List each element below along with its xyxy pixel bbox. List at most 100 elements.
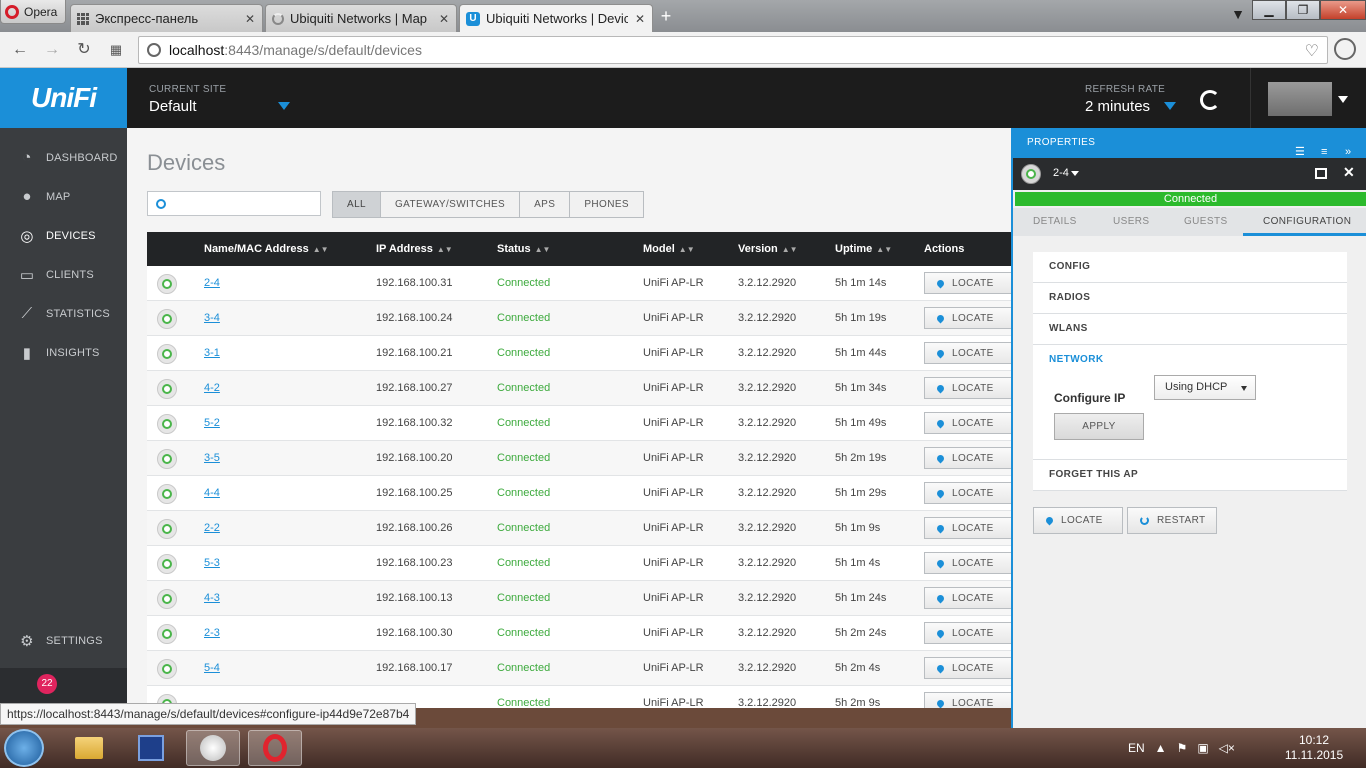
cell-name[interactable]: 5-4 xyxy=(204,651,220,686)
tab-menu-icon[interactable]: ▼ xyxy=(1226,6,1250,26)
browser-tab-devices[interactable]: U Ubiquiti Networks | Device ✕ xyxy=(459,4,653,32)
table-row[interactable]: 4-3 192.168.100.13 Connected UniFi AP-LR 3.2… xyxy=(147,581,1011,616)
filter-phones[interactable]: PHONES xyxy=(570,192,643,217)
table-row[interactable]: 5-2 192.168.100.32 Connected UniFi AP-LR 3.2… xyxy=(147,406,1011,441)
column-header-status[interactable]: Status ▲▼ xyxy=(497,232,550,266)
configure-ip-select[interactable]: Using DHCP xyxy=(1154,375,1256,400)
tab-users[interactable]: USERS xyxy=(1113,208,1149,236)
table-row[interactable]: 4-2 192.168.100.27 Connected UniFi AP-LR 3.2… xyxy=(147,371,1011,406)
site-caret-icon[interactable] xyxy=(278,102,290,110)
refresh-caret-icon[interactable] xyxy=(1164,102,1176,110)
cell-name[interactable]: 2-2 xyxy=(204,511,220,546)
speed-dial-grid-icon[interactable]: ▦ xyxy=(106,40,126,60)
cell-name[interactable]: 3-1 xyxy=(204,336,220,371)
filter-aps[interactable]: APS xyxy=(520,192,571,217)
start-button[interactable] xyxy=(4,729,44,767)
section-radios[interactable]: RADIOS xyxy=(1033,283,1347,314)
site-info-icon[interactable] xyxy=(147,43,161,57)
filter-all[interactable]: ALL xyxy=(333,192,381,217)
tab-guests[interactable]: GUESTS xyxy=(1184,208,1228,236)
action-center-flag-icon[interactable]: ⚑ xyxy=(1177,741,1188,755)
window-close-icon[interactable]: ✕ xyxy=(1320,0,1366,20)
maximize-icon[interactable]: ❐ xyxy=(1286,0,1320,20)
cell-name[interactable]: 2-4 xyxy=(204,266,220,301)
section-wlans[interactable]: WLANS xyxy=(1033,314,1347,345)
apply-button[interactable]: APPLY xyxy=(1054,413,1144,440)
cell-name[interactable]: 5-2 xyxy=(204,406,220,441)
bookmark-heart-icon[interactable]: ♡ xyxy=(1305,41,1319,61)
user-menu-caret-icon[interactable] xyxy=(1338,96,1348,103)
tab-close-icon[interactable]: ✕ xyxy=(438,12,450,26)
refresh-icon[interactable] xyxy=(1200,90,1220,110)
cell-name[interactable]: 3-5 xyxy=(204,441,220,476)
table-row[interactable]: 3-5 192.168.100.20 Connected UniFi AP-LR 3.2… xyxy=(147,441,1011,476)
cell-name[interactable]: 4-3 xyxy=(204,581,220,616)
sidebar-item-map[interactable]: ● MAP xyxy=(0,177,127,216)
popout-icon[interactable] xyxy=(1315,168,1327,179)
locate-button[interactable]: LOCATE xyxy=(924,692,1011,708)
locate-button[interactable]: LOCATE xyxy=(924,272,1011,294)
tab-details[interactable]: DETAILS xyxy=(1033,208,1077,236)
column-header-uptime[interactable]: Uptime ▲▼ xyxy=(835,232,892,266)
locate-button[interactable]: LOCATE xyxy=(924,377,1011,399)
reload-icon[interactable]: ↻ xyxy=(74,40,94,60)
locate-button[interactable]: LOCATE xyxy=(924,412,1011,434)
taskbar-opera[interactable] xyxy=(248,730,302,766)
sidebar-item-insights[interactable]: ▮ INSIGHTS xyxy=(0,333,127,372)
search-input[interactable] xyxy=(147,191,321,216)
cell-name[interactable]: 3-4 xyxy=(204,301,220,336)
table-row[interactable]: 5-4 192.168.100.17 Connected UniFi AP-LR 3.2… xyxy=(147,651,1011,686)
column-header-model[interactable]: Model ▲▼ xyxy=(643,232,695,266)
restart-device-button[interactable]: RESTART xyxy=(1127,507,1217,534)
locate-button[interactable]: LOCATE xyxy=(924,622,1011,644)
close-icon[interactable]: ✕ xyxy=(1343,164,1355,181)
locate-button[interactable]: LOCATE xyxy=(924,657,1011,679)
tab-close-icon[interactable]: ✕ xyxy=(244,12,256,26)
site-selector[interactable]: Default xyxy=(149,98,197,115)
url-field[interactable]: localhost:8443/manage/s/default/devices … xyxy=(138,36,1328,64)
avatar[interactable] xyxy=(1268,82,1332,116)
table-row[interactable]: 4-4 192.168.100.25 Connected UniFi AP-LR 3.2… xyxy=(147,476,1011,511)
alert-count-badge[interactable]: 22 xyxy=(37,674,57,694)
locate-button[interactable]: LOCATE xyxy=(924,307,1011,329)
sidebar-item-dashboard[interactable]: ◔ DASHBOARD xyxy=(0,138,127,177)
tab-configuration[interactable]: CONFIGURATION xyxy=(1243,208,1366,236)
tab-close-icon[interactable]: ✕ xyxy=(634,12,646,26)
cell-name[interactable]: 4-2 xyxy=(204,371,220,406)
locate-button[interactable]: LOCATE xyxy=(924,447,1011,469)
taskbar-clock[interactable]: 10:12 11.11.2015 xyxy=(1280,733,1348,763)
sidebar-item-settings[interactable]: ⚙ SETTINGS xyxy=(0,621,127,660)
refresh-rate-selector[interactable]: 2 minutes xyxy=(1085,98,1150,115)
cell-name[interactable]: 5-3 xyxy=(204,546,220,581)
cell-name[interactable]: 2-3 xyxy=(204,616,220,651)
taskbar-app[interactable] xyxy=(186,730,240,766)
section-forget-ap[interactable]: FORGET THIS AP xyxy=(1033,460,1347,491)
device-name-selector[interactable]: 2-4 xyxy=(1053,167,1069,179)
unifi-logo[interactable]: UniFi xyxy=(0,68,127,128)
table-row[interactable]: 2-2 192.168.100.26 Connected UniFi AP-LR 3.2… xyxy=(147,511,1011,546)
section-config[interactable]: CONFIG xyxy=(1033,252,1347,283)
sidebar-item-devices[interactable]: ◎ DEVICES xyxy=(0,216,127,255)
column-header-ip[interactable]: IP Address ▲▼ xyxy=(376,232,453,266)
device-caret-icon[interactable] xyxy=(1071,171,1079,176)
volume-muted-icon[interactable]: ◁× xyxy=(1219,741,1235,755)
table-row[interactable]: 2-3 192.168.100.30 Connected UniFi AP-LR 3.2… xyxy=(147,616,1011,651)
column-header-version[interactable]: Version ▲▼ xyxy=(738,232,798,266)
network-icon[interactable]: ▣ xyxy=(1197,741,1208,755)
tray-expand-icon[interactable]: ▲ xyxy=(1155,741,1167,755)
back-icon[interactable]: ← xyxy=(10,40,30,60)
browser-tab-speed-dial[interactable]: Экспресс-панель ✕ xyxy=(70,4,263,32)
table-row[interactable]: 3-1 192.168.100.21 Connected UniFi AP-LR 3.2… xyxy=(147,336,1011,371)
locate-button[interactable]: LOCATE xyxy=(924,517,1011,539)
locate-button[interactable]: LOCATE xyxy=(924,552,1011,574)
table-row[interactable]: 3-4 192.168.100.24 Connected UniFi AP-LR 3.2… xyxy=(147,301,1011,336)
filter-gateway-switches[interactable]: GATEWAY/SWITCHES xyxy=(381,192,521,217)
minimize-icon[interactable]: ▁ xyxy=(1252,0,1286,20)
sidebar-item-clients[interactable]: ▭ CLIENTS xyxy=(0,255,127,294)
taskbar-save-app[interactable] xyxy=(124,730,178,766)
taskbar-explorer[interactable] xyxy=(62,730,116,766)
profile-icon[interactable] xyxy=(1334,38,1356,60)
opera-menu-button[interactable]: Opera xyxy=(0,0,66,24)
table-row[interactable]: 5-3 192.168.100.23 Connected UniFi AP-LR 3.2… xyxy=(147,546,1011,581)
new-tab-icon[interactable]: + xyxy=(656,6,676,26)
